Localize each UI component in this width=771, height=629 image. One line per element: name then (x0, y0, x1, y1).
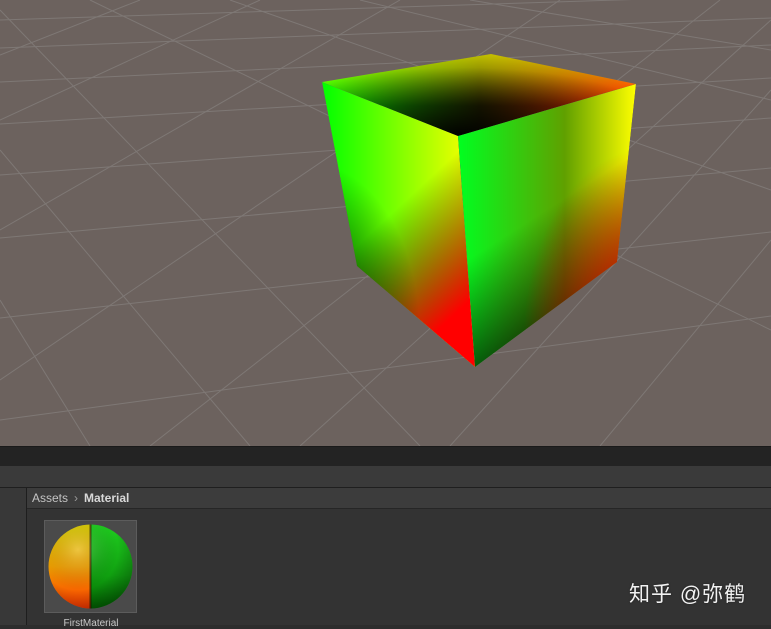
asset-thumbnail-first-material[interactable] (44, 520, 137, 613)
breadcrumb-item-assets[interactable]: Assets (30, 491, 70, 505)
project-panel-toolbar (0, 466, 771, 488)
folder-tree-pane[interactable] (0, 488, 27, 625)
asset-label: FirstMaterial (63, 618, 119, 629)
watermark-text: 知乎 @弥鹤 (629, 583, 747, 606)
material-sphere-preview (48, 524, 133, 609)
breadcrumb: Assets › Material (27, 488, 771, 509)
breadcrumb-item-material[interactable]: Material (82, 491, 131, 505)
panel-divider[interactable] (0, 446, 771, 467)
scene-viewport[interactable] (0, 0, 771, 446)
chevron-right-icon: › (74, 491, 79, 505)
scene-render (0, 0, 771, 446)
